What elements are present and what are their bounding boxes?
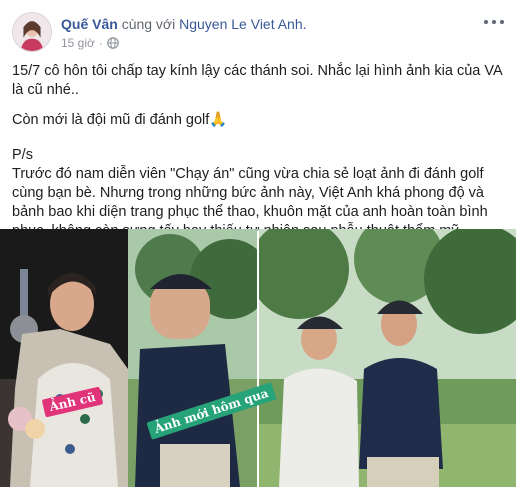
post-meta: 15 giờ · bbox=[61, 36, 119, 50]
author-name[interactable]: Quế Vân bbox=[61, 16, 118, 32]
photo-grid bbox=[0, 229, 516, 487]
globe-icon[interactable] bbox=[107, 37, 119, 49]
photo-right-image bbox=[259, 229, 516, 487]
more-options-icon[interactable] bbox=[484, 14, 504, 30]
with-text: cùng với bbox=[121, 16, 176, 32]
avatar-image bbox=[13, 13, 51, 51]
post-line-2: Còn mới là đội mũ đi đánh golf🙏 bbox=[12, 112, 228, 128]
tagged-user[interactable]: Nguyen Le Viet Anh. bbox=[179, 16, 306, 32]
post-header: Quế Vân cùng với Nguyen Le Viet Anh. 15 … bbox=[0, 0, 516, 60]
post-author-line: Quế Vân cùng với Nguyen Le Viet Anh. bbox=[61, 15, 307, 33]
post-line-1: 15/7 cô hôn tôi chấp tay kính lậy các th… bbox=[12, 63, 502, 98]
photo-right[interactable] bbox=[259, 229, 516, 487]
post-ps: P/s bbox=[12, 147, 33, 163]
photo-left[interactable] bbox=[0, 229, 257, 487]
photo-left-image bbox=[0, 229, 257, 487]
post-body: 15/7 cô hôn tôi chấp tay kính lậy các th… bbox=[12, 62, 506, 241]
post-timestamp[interactable]: 15 giờ bbox=[61, 36, 95, 50]
avatar[interactable] bbox=[12, 12, 52, 52]
